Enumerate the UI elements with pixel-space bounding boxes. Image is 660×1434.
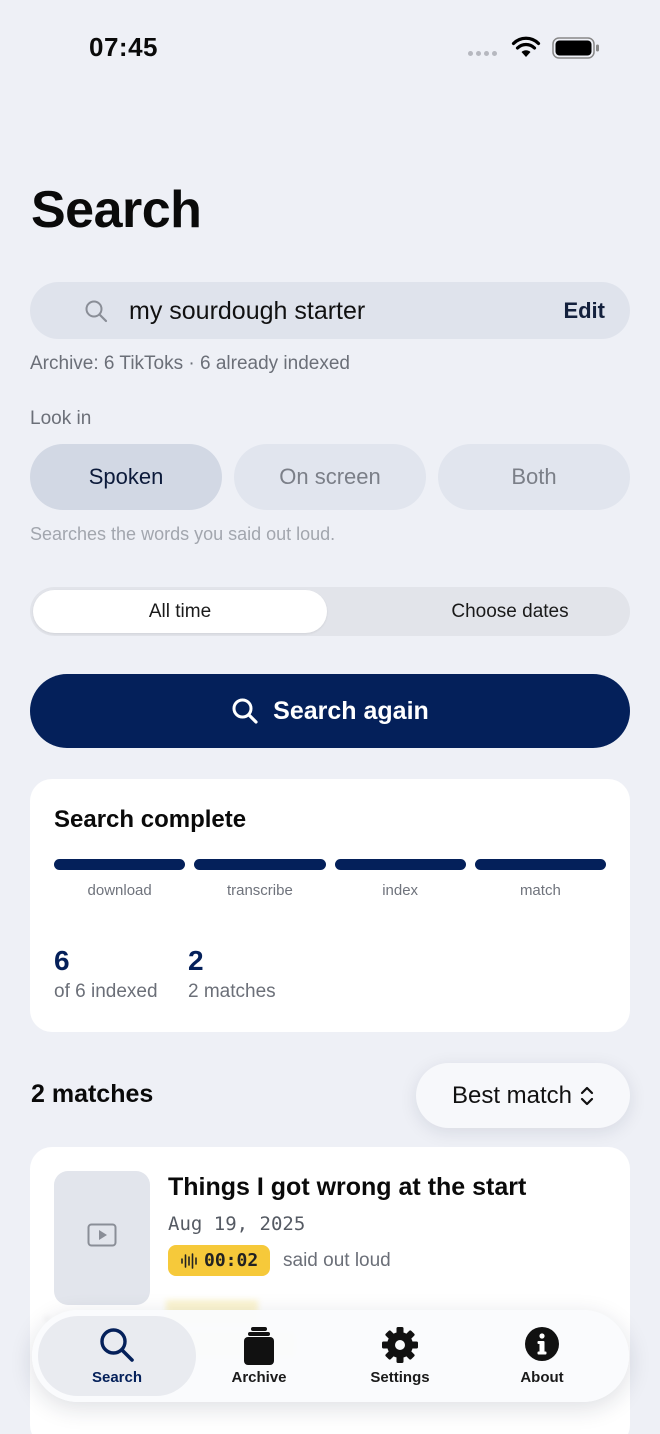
search-again-button[interactable]: Search again [30, 674, 630, 748]
archive-info: Archive: 6 TikToks · 6 already indexed [30, 353, 350, 374]
tab-label: Archive [231, 1369, 287, 1386]
sort-button[interactable]: Best match [416, 1063, 630, 1128]
step-bar [474, 859, 606, 870]
tab-label: Settings [370, 1369, 430, 1386]
search-icon [100, 1328, 134, 1362]
result-title: Things I got wrong at the start [168, 1173, 527, 1201]
date-choose-dates[interactable]: Choose dates [360, 590, 660, 633]
search-icon [85, 300, 108, 323]
step-index: index [334, 859, 466, 899]
info-icon [525, 1327, 559, 1361]
status-bar: 07:45 [0, 0, 660, 100]
step-label: index [382, 882, 419, 899]
step-download: download [54, 859, 186, 899]
sort-label: Best match [451, 1081, 573, 1109]
gear-icon [382, 1327, 418, 1363]
edit-button[interactable]: Edit [563, 298, 605, 324]
stat-matches: 2 2 matches [188, 945, 276, 1003]
search-query[interactable]: my sourdough starter [129, 297, 365, 326]
date-all-time[interactable]: All time [33, 590, 327, 633]
tab-about[interactable]: About [472, 1310, 612, 1402]
stat-value: 2 [188, 945, 204, 976]
stat-caption: of 6 indexed [54, 981, 158, 1002]
look-in-label: Look in [30, 408, 92, 429]
status-time: 07:45 [89, 32, 158, 62]
tab-archive[interactable]: Archive [189, 1310, 329, 1402]
timestamp: 00:02 [204, 1250, 259, 1271]
stat-indexed: 6 of 6 indexed [54, 945, 158, 1003]
step-bar [334, 859, 466, 870]
step-label: download [87, 882, 152, 899]
search-again-label: Search again [273, 696, 429, 725]
stat-caption: 2 matches [188, 981, 276, 1002]
page-title: Search [31, 181, 202, 239]
tab-settings[interactable]: Settings [330, 1310, 470, 1402]
step-label: transcribe [226, 882, 293, 899]
step-transcribe: transcribe [194, 859, 326, 899]
progress-title: Search complete [54, 806, 247, 833]
cellular-icon [468, 51, 497, 56]
chevron-up-down-icon [580, 1086, 594, 1105]
tab-bar: Search Archive Settings About [32, 1310, 629, 1402]
archive-icon [244, 1327, 274, 1365]
tab-label: Search [91, 1369, 143, 1386]
step-match: match [474, 859, 606, 899]
tab-search[interactable]: Search [47, 1310, 187, 1402]
wifi-icon [511, 36, 541, 57]
step-bar [194, 859, 326, 870]
battery-icon [552, 37, 599, 59]
match-source: said out loud [283, 1250, 391, 1271]
step-label: match [519, 882, 561, 899]
stat-value: 6 [54, 945, 70, 976]
progress-steps: download transcribe index match [54, 859, 606, 899]
look-in-on-screen[interactable]: On screen [234, 444, 426, 510]
look-in-hint: Searches the words you said out loud. [30, 524, 336, 544]
matches-heading: 2 matches [31, 1080, 154, 1108]
look-in-spoken[interactable]: Spoken [30, 444, 222, 510]
step-bar [54, 859, 186, 870]
search-bar[interactable]: my sourdough starter Edit [30, 282, 630, 339]
result-date: Aug 19, 2025 [168, 1213, 306, 1235]
progress-card: Search complete download transcribe inde… [30, 779, 630, 1032]
waveform-icon [181, 1252, 197, 1269]
timestamp-badge[interactable]: 00:02 [168, 1245, 271, 1276]
tab-label: About [520, 1369, 564, 1386]
search-icon [232, 698, 258, 724]
play-icon [87, 1223, 117, 1247]
date-range-toggle: All time Choose dates [30, 587, 630, 636]
video-thumbnail[interactable] [54, 1171, 150, 1305]
look-in-both[interactable]: Both [438, 444, 630, 510]
